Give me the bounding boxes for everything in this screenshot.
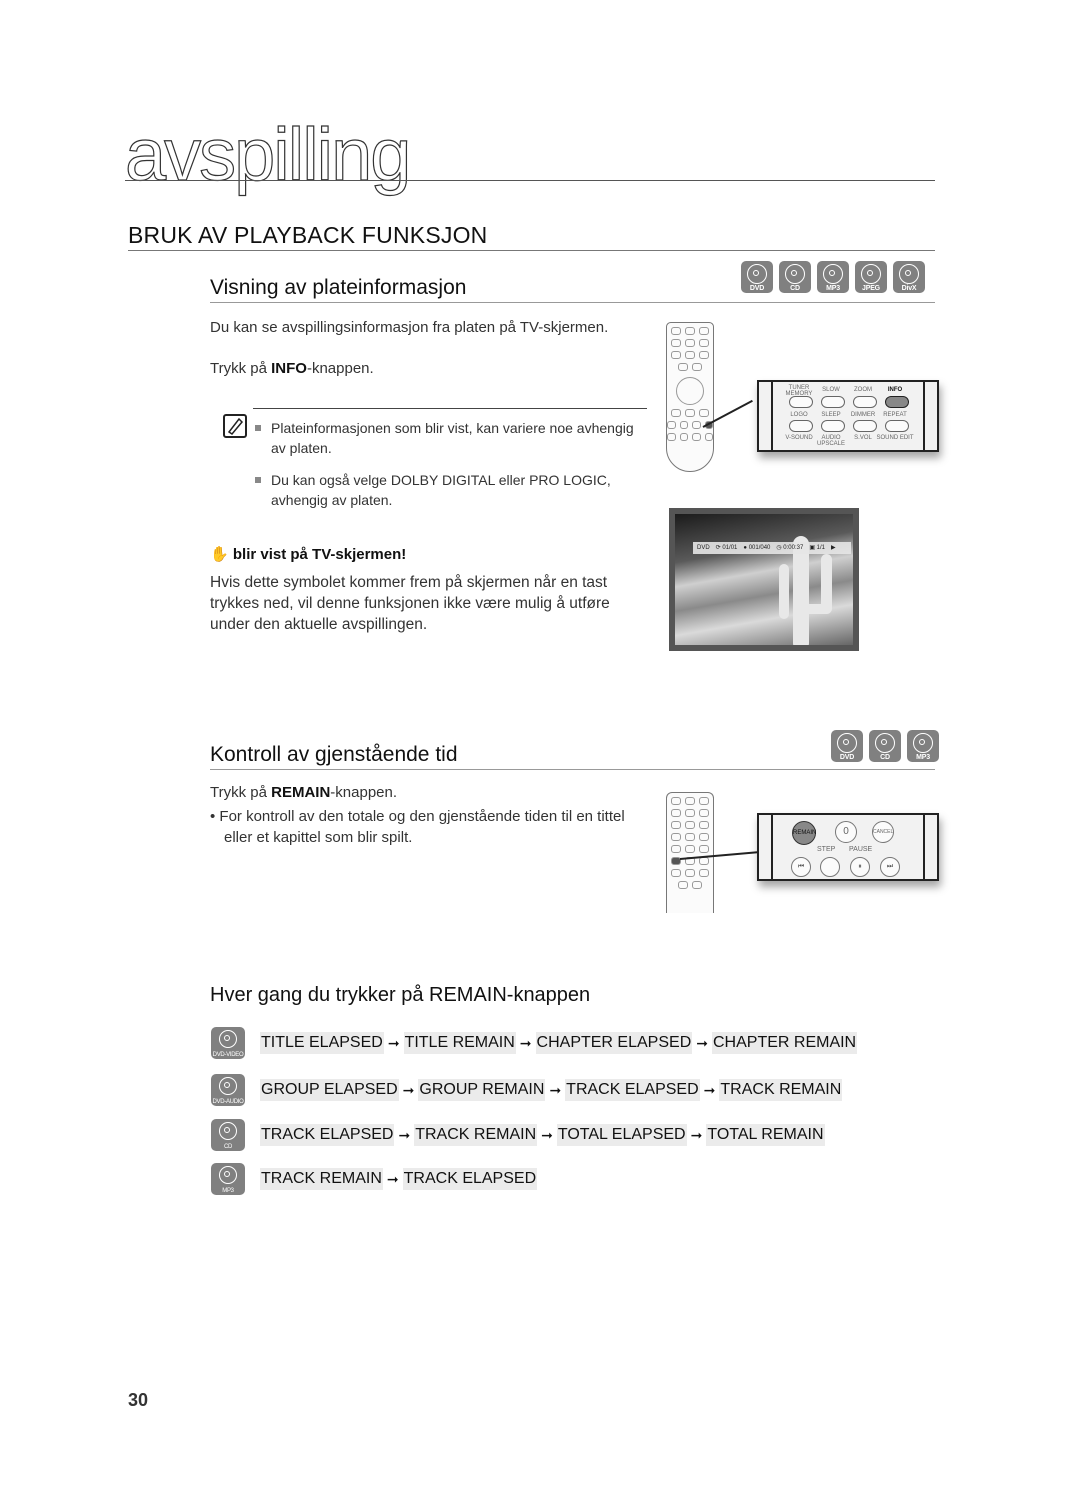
arrow-right-icon: ➞ [703,1081,716,1098]
sequence-step: TOTAL REMAIN [706,1124,825,1146]
sequence-step: TRACK REMAIN [719,1079,843,1101]
remain-bullet: • For kontroll av den totale og den gjen… [210,808,625,846]
disc-info-intro: Du kan se avspillingsinformasjon fra pla… [210,319,609,336]
camera-angle-icon: ▣ 1/1 [809,545,826,551]
mp3-disc-icon: MP3 [817,261,849,293]
dvd-video-disc-icon: DVD-VIDEO [211,1027,245,1059]
sequence-row-mp3: MP3 TRACK REMAIN ➞ TRACK ELAPSED [211,1163,538,1195]
sequence-step: TRACK REMAIN [414,1124,538,1146]
hand-description: Hvis dette symbolet kommer frem på skjer… [210,574,610,633]
remote-control-illustration-2 [666,792,714,913]
sequence-step: TRACK ELAPSED [565,1079,700,1101]
info-button-zoom-panel: TUNER MEMORY SLOW ZOOM INFO LOGO SLEEP D… [757,380,939,452]
remain-divider [210,769,935,770]
hand-heading: ✋ blir vist på TV-skjermen! [210,546,407,563]
arrow-right-icon: ➞ [386,1170,399,1187]
repeat-button[interactable] [885,420,909,432]
arrow-right-icon: ➞ [549,1081,562,1098]
arrow-right-icon: ➞ [690,1126,703,1143]
chapter-divider [125,180,935,181]
sequence-row-dvd-video: DVD-VIDEO TITLE ELAPSED ➞ TITLE REMAIN ➞… [211,1027,858,1059]
sequence-step: TITLE REMAIN [403,1032,516,1054]
chapter-icon: ● 001/040 [743,545,771,551]
zero-button[interactable]: 0 [835,821,857,843]
tv-screen-illustration: DVD ⟳ 01/01 ● 001/040 ◷ 0:00:37 ▣ 1/1 ▶ [669,508,859,651]
sequence-step: CHAPTER REMAIN [711,1032,858,1054]
section-divider [128,250,935,251]
remain-title: Kontroll av gjenstående tid [210,743,458,766]
sequence-step: CHAPTER ELAPSED [535,1032,693,1054]
disc-info-title: Visning av plateinformasjon [210,276,467,299]
section-title: BRUK AV PLAYBACK FUNKSJON [128,222,488,248]
sequence-step: GROUP REMAIN [418,1079,546,1101]
remain-key: REMAIN [271,784,331,801]
dimmer-button[interactable] [853,420,877,432]
info-button[interactable] [885,396,909,408]
sequence-step: TOTAL ELAPSED [556,1124,687,1146]
info-instruction: Trykk på INFO-knappen. [210,360,374,377]
sequence-step: TRACK REMAIN [260,1168,383,1190]
previous-icon[interactable]: ⏮ [791,857,811,877]
note-pencil-icon [223,414,247,438]
page-number: 30 [128,1390,149,1410]
step-button[interactable] [820,857,840,877]
cancel-button[interactable]: CANCEL [872,821,894,843]
divx-disc-icon: DivX [893,261,925,293]
remain-badges: DVD CD MP3 [831,730,939,762]
cd-disc-icon: CD [869,730,901,762]
remote-control-illustration [666,322,714,472]
cd-disc-icon: CD [211,1119,245,1151]
arrow-right-icon: ➞ [696,1034,708,1051]
arrow-right-icon: ➞ [402,1081,415,1098]
sequence-step: GROUP ELAPSED [260,1079,399,1101]
info-key: INFO [271,360,307,377]
dvd-disc-icon: DVD [741,261,773,293]
dvd-disc-icon: DVD [831,730,863,762]
sequence-step: TITLE ELAPSED [260,1032,384,1054]
arrow-right-icon: ➞ [398,1126,411,1143]
mp3-disc-icon: MP3 [211,1163,245,1195]
arrow-right-icon: ➞ [387,1034,400,1051]
osd-info-bar: DVD ⟳ 01/01 ● 001/040 ◷ 0:00:37 ▣ 1/1 ▶ [693,542,851,554]
cd-disc-icon: CD [779,261,811,293]
note-divider [253,408,647,409]
next-icon[interactable]: ⏭ [880,857,900,877]
hand-icon: ✋ [210,546,229,563]
logo-button[interactable] [789,420,813,432]
arrow-right-icon: ➞ [541,1126,553,1143]
disc-info-divider [210,302,935,303]
remain-button-zoom-panel: REMAIN 0 CANCEL STEP PAUSE ⏮ ⏸ ⏭ [757,813,939,881]
play-icon: ▶ [831,545,836,551]
sequence-row-dvd-audio: DVD-AUDIO GROUP ELAPSED ➞ GROUP REMAIN ➞… [211,1074,843,1106]
sleep-button[interactable] [821,420,845,432]
dvd-audio-disc-icon: DVD-AUDIO [211,1074,245,1106]
sequence-row-cd: CD TRACK ELAPSED ➞ TRACK REMAIN ➞ TOTAL … [211,1119,825,1151]
pause-icon[interactable]: ⏸ [850,857,870,877]
note-item: Plateinformasjonen som blir vist, kan va… [255,418,650,458]
mp3-disc-icon: MP3 [907,730,939,762]
title-icon: ⟳ 01/01 [715,545,738,551]
remain-button[interactable]: REMAIN [792,821,816,845]
note-list: Plateinformasjonen som blir vist, kan va… [255,418,650,522]
sequence-title: Hver gang du trykker på REMAIN-knappen [210,984,591,1006]
remain-instruction: Trykk på REMAIN-knappen. [210,784,398,801]
zoom-button[interactable] [853,396,877,408]
desert-cactus-image: DVD ⟳ 01/01 ● 001/040 ◷ 0:00:37 ▣ 1/1 ▶ [675,514,853,645]
sequence-step: TRACK ELAPSED [402,1168,538,1190]
jpeg-disc-icon: JPEG [855,261,887,293]
note-item: Du kan også velge DOLBY DIGITAL eller PR… [255,470,650,510]
arrow-right-icon: ➞ [519,1034,532,1051]
disc-info-badges: DVD CD MP3 JPEG DivX [741,261,925,293]
clock-icon: ◷ 0:00:37 [776,545,804,551]
mo-st-button[interactable] [821,396,845,408]
sd-hd-button[interactable] [789,396,813,408]
sequence-step: TRACK ELAPSED [260,1124,395,1146]
